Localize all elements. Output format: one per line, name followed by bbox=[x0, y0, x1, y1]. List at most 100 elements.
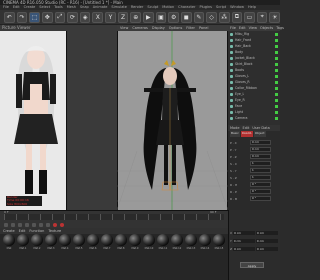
camera-icon[interactable]: ⌖ bbox=[256, 11, 268, 23]
object-list-item[interactable]: Eye_L bbox=[230, 92, 280, 97]
object-list-item[interactable]: Face bbox=[230, 104, 280, 109]
attribute-value-field[interactable]: 1 bbox=[250, 167, 271, 174]
object-list-item[interactable]: Gloves_L bbox=[230, 74, 280, 79]
next-frame-icon[interactable] bbox=[32, 223, 36, 227]
x-axis-icon[interactable]: X bbox=[92, 11, 104, 23]
attribute-subtab[interactable]: Coord. bbox=[240, 131, 253, 137]
next-key-icon[interactable] bbox=[39, 223, 43, 227]
visibility-check-icon[interactable] bbox=[275, 99, 278, 102]
render-view-icon[interactable]: ▶ bbox=[143, 11, 154, 23]
visibility-check-icon[interactable] bbox=[275, 93, 278, 96]
material-ball[interactable] bbox=[3, 234, 15, 246]
material-ball[interactable] bbox=[143, 234, 155, 246]
visibility-check-icon[interactable] bbox=[275, 69, 278, 72]
coordinate-size-field[interactable]: 0 cm bbox=[256, 247, 278, 251]
z-axis-icon[interactable]: Z bbox=[117, 11, 129, 23]
object-list-item[interactable]: Camera bbox=[230, 116, 280, 121]
material-ball[interactable] bbox=[171, 234, 183, 246]
object-manager-menu-item[interactable]: Edit bbox=[239, 25, 246, 31]
material-ball[interactable] bbox=[185, 234, 197, 246]
coordinate-size-field[interactable]: 0 cm bbox=[256, 231, 278, 235]
instance-icon[interactable]: ⧉ bbox=[231, 11, 243, 23]
material-ball[interactable] bbox=[45, 234, 57, 246]
material-ball[interactable] bbox=[101, 234, 113, 246]
previous-frame-icon[interactable] bbox=[18, 223, 22, 227]
attribute-value-field[interactable]: 0 cm bbox=[250, 153, 271, 160]
object-list-item[interactable]: Boots bbox=[230, 68, 280, 73]
visibility-check-icon[interactable] bbox=[275, 63, 278, 66]
previous-key-icon[interactable] bbox=[11, 223, 15, 227]
play-icon[interactable] bbox=[25, 223, 29, 227]
attribute-subtab[interactable]: Object bbox=[253, 131, 266, 137]
material-ball[interactable] bbox=[31, 234, 43, 246]
attribute-value-field[interactable]: 0 cm bbox=[250, 139, 271, 146]
object-list-item[interactable]: Miku_Rig bbox=[230, 32, 280, 37]
object-list-item[interactable]: Jacket_Black bbox=[230, 56, 280, 61]
object-manager-menu-item[interactable]: Tags bbox=[276, 25, 284, 31]
attribute-value-field[interactable]: 0 ° bbox=[250, 195, 271, 202]
object-list-item[interactable]: Body bbox=[230, 50, 280, 55]
visibility-check-icon[interactable] bbox=[275, 33, 278, 36]
y-axis-icon[interactable]: Y bbox=[105, 11, 116, 23]
visibility-check-icon[interactable] bbox=[275, 51, 278, 54]
visibility-check-icon[interactable] bbox=[275, 105, 278, 108]
light-icon[interactable]: ☀ bbox=[269, 11, 281, 23]
floor-icon[interactable]: ▭ bbox=[244, 11, 255, 23]
material-ball[interactable] bbox=[213, 234, 225, 246]
move-icon[interactable]: ✥ bbox=[41, 11, 53, 23]
attribute-value-field[interactable]: 0 cm bbox=[250, 146, 271, 153]
attribute-value-field[interactable]: 1 bbox=[250, 174, 271, 181]
visibility-check-icon[interactable] bbox=[275, 87, 278, 90]
material-ball[interactable] bbox=[59, 234, 71, 246]
object-manager-menu-item[interactable]: View bbox=[249, 25, 257, 31]
subdiv-icon[interactable]: ◇ bbox=[206, 11, 217, 23]
material-ball[interactable] bbox=[87, 234, 99, 246]
object-list-item[interactable]: Light bbox=[230, 110, 280, 115]
rotate-icon[interactable]: ⟳ bbox=[67, 11, 78, 23]
material-ball[interactable] bbox=[115, 234, 127, 246]
visibility-check-icon[interactable] bbox=[275, 111, 278, 114]
go-to-end-icon[interactable] bbox=[46, 223, 50, 227]
visibility-check-icon[interactable] bbox=[275, 81, 278, 84]
object-list-item[interactable]: Collar_Ribbon bbox=[230, 86, 280, 91]
undo-icon[interactable]: ↶ bbox=[4, 11, 15, 23]
object-list-item[interactable]: Hair_Back bbox=[230, 44, 280, 49]
autokey-icon[interactable] bbox=[60, 223, 64, 227]
attribute-value-field[interactable]: 1 bbox=[250, 160, 271, 167]
object-manager-menu-item[interactable]: File bbox=[230, 25, 236, 31]
visibility-check-icon[interactable] bbox=[275, 39, 278, 42]
apply-button[interactable]: Apply bbox=[240, 262, 264, 268]
viewport-character-model[interactable] bbox=[130, 60, 210, 200]
coordinate-position-field[interactable]: 0 cm bbox=[233, 247, 256, 251]
material-ball[interactable] bbox=[129, 234, 141, 246]
object-list-item[interactable]: Skirt_Black bbox=[230, 62, 280, 67]
material-ball[interactable] bbox=[73, 234, 85, 246]
object-list-item[interactable]: Hair_Front bbox=[230, 38, 280, 43]
record-icon[interactable] bbox=[53, 223, 57, 227]
coordinate-size-field[interactable]: 0 cm bbox=[255, 239, 278, 243]
world-icon[interactable]: ⊕ bbox=[130, 11, 142, 23]
cube-icon[interactable]: ◼ bbox=[180, 11, 192, 23]
render-picture-viewer-icon[interactable]: ▣ bbox=[155, 11, 167, 23]
last-tool-icon[interactable]: ◈ bbox=[79, 11, 91, 23]
scale-icon[interactable]: ⤢ bbox=[54, 11, 66, 23]
select-icon[interactable]: ⬚ bbox=[29, 11, 40, 23]
redo-icon[interactable]: ↷ bbox=[16, 11, 28, 23]
object-list-item[interactable]: Gloves_R bbox=[230, 80, 280, 85]
attribute-value-field[interactable]: 0 ° bbox=[250, 188, 271, 195]
attribute-value-field[interactable]: 0 ° bbox=[250, 181, 271, 188]
object-list-item[interactable]: Eye_R bbox=[230, 98, 280, 103]
visibility-check-icon[interactable] bbox=[275, 57, 278, 60]
visibility-check-icon[interactable] bbox=[275, 45, 278, 48]
edit-render-settings-icon[interactable]: ⚙ bbox=[168, 11, 179, 23]
material-ball[interactable] bbox=[157, 234, 169, 246]
attribute-subtab[interactable]: Basic bbox=[230, 131, 240, 137]
coordinate-position-field[interactable]: 0 cm bbox=[233, 231, 256, 235]
pen-icon[interactable]: ✎ bbox=[193, 11, 205, 23]
material-ball[interactable] bbox=[199, 234, 211, 246]
coordinate-position-field[interactable]: 0 cm bbox=[232, 239, 255, 243]
visibility-check-icon[interactable] bbox=[275, 75, 278, 78]
visibility-check-icon[interactable] bbox=[275, 117, 278, 120]
array-icon[interactable]: ⁂ bbox=[218, 11, 230, 23]
material-ball[interactable] bbox=[17, 234, 29, 246]
